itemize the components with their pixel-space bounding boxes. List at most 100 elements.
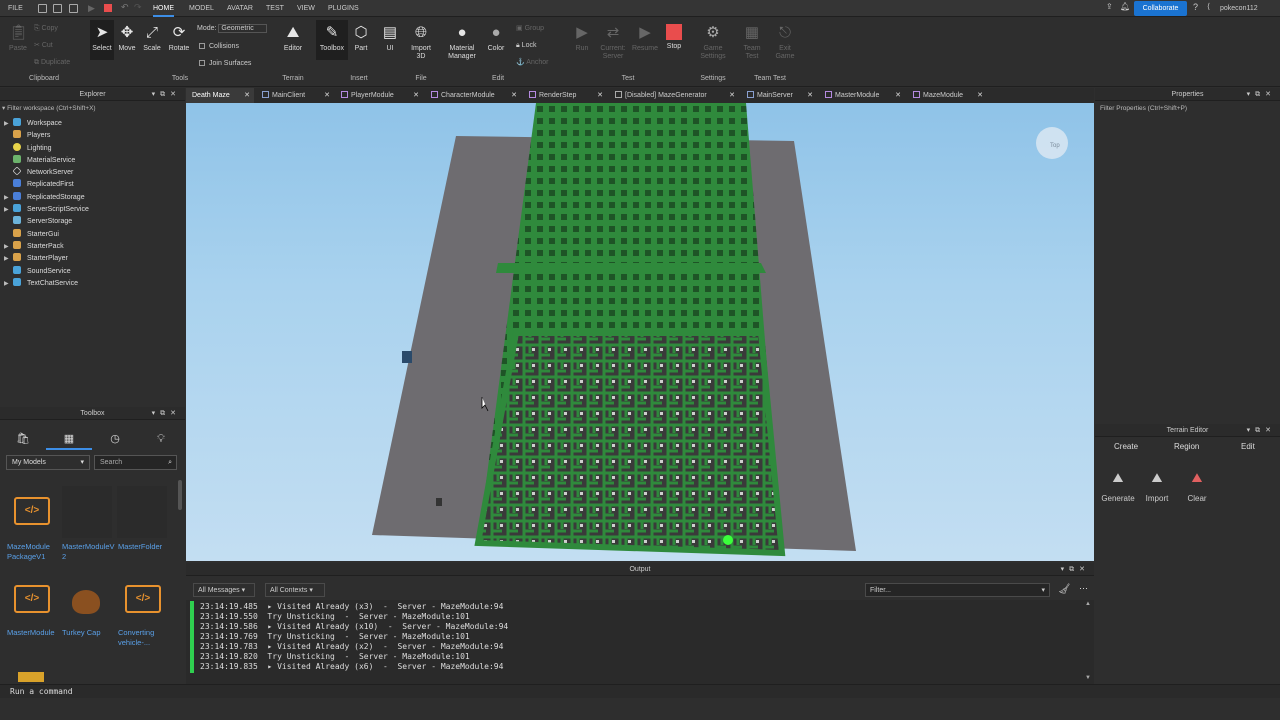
tab-mazegenerator[interactable]: [Disabled] MazeGenerator ✕ — [609, 88, 739, 103]
tree-item-startergui[interactable]: StarterGui — [4, 228, 184, 241]
script-package-icon[interactable]: </> — [14, 585, 50, 613]
terrain-editor-button[interactable]: ⛰ Editor — [280, 22, 306, 53]
clear-button[interactable]: ⛰ Clear — [1175, 470, 1219, 503]
part-button[interactable]: ⬡ Part — [350, 22, 372, 53]
client-server-button[interactable]: ⇄ Current: Server — [596, 22, 630, 61]
panel-controls[interactable]: ▾⧉✕ — [152, 407, 181, 420]
tab-mainclient[interactable]: MainClient ✕ — [256, 88, 334, 103]
username[interactable]: pokecon112 — [1220, 0, 1258, 17]
file-menu[interactable]: FILE — [8, 0, 23, 17]
more-options-icon[interactable]: ⋯ — [1079, 583, 1088, 594]
tree-item-starterplayer[interactable]: ▶ StarterPlayer — [4, 253, 184, 265]
collisions-checkbox[interactable] — [199, 43, 205, 49]
toolbox-button[interactable]: ✎ Toolbox — [316, 20, 348, 60]
tab-mastermodule[interactable]: MasterModule ✕ — [819, 88, 905, 103]
expand-icon[interactable]: ▶ — [4, 241, 13, 253]
properties-filter[interactable]: Filter Properties (Ctrl+Shift+P) — [1100, 103, 1187, 114]
toolbox-item[interactable]: Turkey Cap — [62, 628, 116, 638]
tab-death-maze[interactable]: Death Maze ✕ — [186, 88, 254, 103]
exit-game-button[interactable]: ⎋ Exit Game — [772, 22, 798, 61]
close-icon[interactable]: ✕ — [597, 88, 603, 103]
tree-item-serverscriptservice[interactable]: ▶ ServerScriptService — [4, 204, 184, 216]
tab-plugins[interactable]: PLUGINS — [328, 0, 359, 17]
rotate-button[interactable]: ⟳ Rotate — [166, 22, 192, 53]
color-button[interactable]: ● Color — [484, 22, 508, 53]
new-icon[interactable] — [38, 4, 47, 13]
tree-item-soundservice[interactable]: SoundService — [4, 265, 184, 278]
run-button[interactable]: ▶ Run — [570, 22, 594, 53]
model-thumbnail[interactable] — [18, 672, 44, 682]
copy-button[interactable]: ⎘ Copy — [34, 24, 58, 33]
tab-avatar[interactable]: AVATAR — [227, 0, 253, 17]
tree-item-lighting[interactable]: Lighting — [4, 142, 184, 155]
tab-home[interactable]: HOME — [153, 0, 174, 17]
toolbox-tab-recent[interactable]: ◷ — [92, 428, 138, 450]
resume-button[interactable]: ▶ Resume — [631, 22, 659, 53]
help-icon[interactable]: ? — [1193, 2, 1198, 12]
close-icon[interactable]: ✕ — [729, 88, 735, 103]
open-icon[interactable] — [69, 4, 78, 13]
tree-item-networkserver[interactable]: NetworkServer — [4, 166, 184, 179]
toolbox-item[interactable]: MasterFolder — [118, 542, 172, 552]
scale-button[interactable]: ⤢ Scale — [140, 22, 164, 53]
cut-button[interactable]: ✂ Cut — [34, 41, 53, 50]
tree-item-players[interactable]: Players — [4, 130, 184, 142]
expand-icon[interactable]: ▶ — [4, 253, 13, 265]
notification-icon[interactable]: 🔔︎ — [1120, 2, 1130, 11]
explorer-filter[interactable]: ▾ Filter workspace (Ctrl+Shift+X) — [2, 103, 96, 114]
messages-filter-dropdown[interactable]: All Messages ▾ — [193, 583, 255, 597]
tab-model[interactable]: MODEL — [189, 0, 214, 17]
anchor-button[interactable]: ⚓ Anchor — [516, 58, 548, 67]
3d-viewport[interactable]: Top — [186, 103, 1094, 561]
search-icon[interactable]: ⌕ — [168, 456, 172, 469]
redo-icon[interactable]: ↷ — [134, 2, 142, 13]
collisions-toggle[interactable]: Collisions — [199, 42, 239, 51]
ui-button[interactable]: ▤ UI — [378, 22, 402, 53]
turkey-cap-thumbnail[interactable] — [72, 590, 100, 614]
expand-icon[interactable]: ▶ — [4, 204, 13, 216]
toolbox-tab-creations[interactable]: 💡︎ — [138, 428, 184, 450]
close-icon[interactable]: ✕ — [511, 88, 517, 103]
lock-button[interactable]: 🔒︎ Lock — [516, 41, 536, 50]
scroll-up-icon[interactable]: ▲ — [1085, 601, 1091, 607]
group-button[interactable]: ▣ Group — [516, 24, 544, 33]
team-test-button[interactable]: ▦ Team Test — [740, 22, 764, 61]
toolbox-tab-marketplace[interactable]: ▦ — [46, 428, 92, 450]
toolbox-item[interactable]: MasterModule — [7, 628, 61, 638]
terrain-tab-create[interactable]: Create — [1114, 442, 1138, 451]
undo-icon[interactable]: ↶ — [121, 2, 129, 13]
import-3d-button[interactable]: 🌐︎ Import 3D — [406, 22, 436, 61]
expand-icon[interactable]: ▶ — [4, 192, 13, 204]
panel-controls[interactable]: ▾⧉✕ — [152, 88, 181, 101]
expand-icon[interactable]: ▶ — [4, 278, 13, 290]
output-scrollbar[interactable]: ▲ ▼ — [1085, 601, 1091, 681]
close-icon[interactable]: ✕ — [807, 88, 813, 103]
terrain-tab-region[interactable]: Region — [1174, 442, 1199, 451]
script-package-icon[interactable]: </> — [14, 497, 50, 525]
output-filter-input[interactable]: Filter... ▾ — [865, 583, 1050, 597]
share-icon[interactable]: ⇪ — [1106, 2, 1113, 11]
duplicate-button[interactable]: ⧉ Duplicate — [34, 58, 70, 67]
join-surfaces-toggle[interactable]: Join Surfaces — [199, 59, 251, 68]
tree-item-materialservice[interactable]: MaterialService — [4, 154, 184, 167]
toolbox-search-input[interactable]: Search ⌕ — [94, 455, 177, 470]
paste-button[interactable]: 📋︎ Paste — [6, 22, 30, 53]
close-icon[interactable]: ✕ — [977, 88, 983, 103]
tree-item-textchatservice[interactable]: ▶ TextChatService — [4, 277, 184, 290]
script-package-icon[interactable]: </> — [125, 585, 161, 613]
terrain-tab-edit[interactable]: Edit — [1241, 442, 1255, 451]
toolbox-tab-inventory[interactable]: 🛍︎ — [0, 428, 46, 450]
toolbox-category-dropdown[interactable]: My Models ▾ — [6, 455, 90, 470]
share-link-icon[interactable]: ⟨ — [1207, 2, 1210, 11]
save-icon[interactable] — [53, 4, 62, 13]
tab-view[interactable]: VIEW — [297, 0, 315, 17]
tree-item-workspace[interactable]: ▶ Workspace — [4, 118, 184, 130]
move-button[interactable]: ✥ Move — [115, 22, 139, 53]
panel-controls[interactable]: ▾⧉✕ — [1061, 563, 1090, 576]
material-manager-button[interactable]: ● Material Manager — [445, 22, 479, 61]
tab-charactermodule[interactable]: CharacterModule ✕ — [425, 88, 521, 103]
toolbox-item[interactable]: MazeModule PackageV1 — [7, 542, 61, 562]
tab-mazemodule[interactable]: MazeModule ✕ — [907, 88, 987, 103]
folder-thumbnail[interactable] — [117, 486, 167, 538]
command-bar[interactable]: Run a command — [0, 684, 1280, 698]
